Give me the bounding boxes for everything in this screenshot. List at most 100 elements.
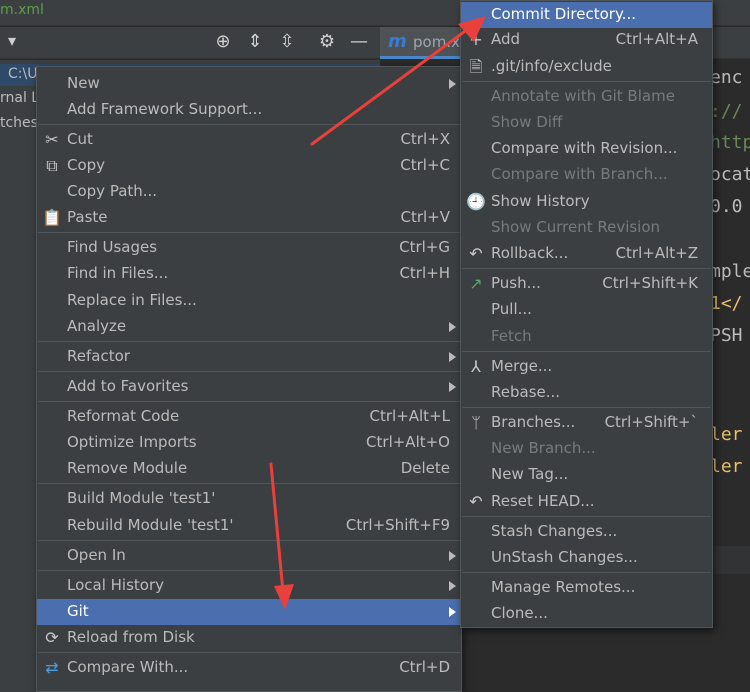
code-line: 1</: [710, 293, 743, 314]
gear-icon[interactable]: ⚙: [316, 31, 338, 53]
menu-item-label: Show Diff: [491, 113, 563, 131]
menu-item-shortcut: Ctrl+V: [400, 208, 450, 226]
menu-item-open-in[interactable]: Open In: [37, 543, 461, 569]
maven-icon: m: [388, 31, 407, 52]
menu-item-label: Compare with Revision...: [491, 139, 678, 157]
menu-item-rebuild-module[interactable]: Rebuild Module 'test1' Ctrl+Shift+F9: [37, 513, 461, 539]
menu-item-cut[interactable]: ✂ Cut Ctrl+X: [37, 127, 461, 153]
menu-item-rebase[interactable]: Rebase...: [461, 380, 712, 406]
menu-separator: [38, 652, 460, 653]
clipboard-icon: 📋: [42, 208, 62, 227]
menu-item-label: .git/info/exclude: [491, 57, 612, 75]
code-line: ler: [710, 456, 743, 477]
menu-item-stash-changes[interactable]: Stash Changes...: [461, 519, 712, 545]
menu-item-git[interactable]: Git: [37, 599, 461, 625]
menu-item-add-to-favorites[interactable]: Add to Favorites: [37, 374, 461, 400]
menu-item-shortcut: Ctrl+X: [400, 130, 450, 148]
menu-item-optimize-imports[interactable]: Optimize Imports Ctrl+Alt+O: [37, 430, 461, 456]
undo-icon: ↶: [469, 492, 483, 511]
menu-item-label: Stash Changes...: [491, 522, 618, 540]
menu-item-fetch[interactable]: Fetch: [461, 324, 712, 350]
menu-item-label: Reformat Code: [67, 407, 180, 425]
file-title: m.xml: [0, 2, 44, 18]
menu-item-add[interactable]: + Add Ctrl+Alt+A: [461, 27, 712, 53]
menu-item-reload-from-disk[interactable]: ⟳ Reload from Disk: [37, 625, 461, 651]
menu-separator: [38, 401, 460, 402]
menu-item-copy[interactable]: ⧉ Copy Ctrl+C: [37, 153, 461, 179]
menu-item-label: Reset HEAD...: [491, 492, 595, 510]
menu-item-copy-path[interactable]: Copy Path...: [37, 179, 461, 205]
project-row[interactable]: rnal L: [0, 90, 39, 106]
menu-item-label: Optimize Imports: [67, 433, 197, 451]
menu-item-new-tag[interactable]: New Tag...: [461, 462, 712, 488]
menu-item-rollback[interactable]: ↶ Rollback... Ctrl+Alt+Z: [461, 241, 712, 267]
menu-item-annotate-git-blame[interactable]: Annotate with Git Blame: [461, 84, 712, 110]
menu-item-label: Rollback...: [491, 244, 569, 262]
submenu-arrow-icon: [449, 352, 456, 362]
compare-icon: ⇄: [45, 658, 59, 677]
menu-item-shortcut: Ctrl+Alt+A: [615, 30, 698, 48]
menu-item-compare-with[interactable]: ⇄ Compare With... Ctrl+D: [37, 655, 461, 681]
menu-item-build-module[interactable]: Build Module 'test1': [37, 486, 461, 512]
menu-separator: [462, 351, 711, 352]
menu-separator: [462, 516, 711, 517]
project-row[interactable]: tches: [0, 115, 38, 131]
menu-item-compare-with-revision[interactable]: Compare with Revision...: [461, 136, 712, 162]
menu-item-clone[interactable]: Clone...: [461, 601, 712, 627]
menu-item-reformat-code[interactable]: Reformat Code Ctrl+Alt+L: [37, 404, 461, 430]
menu-item-compare-with-branch[interactable]: Compare with Branch...: [461, 162, 712, 188]
menu-item-label: Build Module 'test1': [67, 489, 216, 507]
expand-all-icon[interactable]: ⇕: [244, 31, 266, 53]
menu-item-find-in-files[interactable]: Find in Files... Ctrl+H: [37, 261, 461, 287]
chevron-down-icon[interactable]: ▾: [8, 31, 16, 50]
locate-icon[interactable]: ⊕: [212, 31, 234, 53]
tab-pom-xml[interactable]: m pom.x: [380, 27, 460, 59]
menu-item-label: Local History: [67, 576, 165, 594]
menu-item-show-history[interactable]: 🕘 Show History: [461, 189, 712, 215]
menu-item-shortcut: Ctrl+Shift+K: [602, 274, 698, 292]
menu-item-local-history[interactable]: Local History: [37, 573, 461, 599]
plus-icon: +: [469, 30, 483, 49]
menu-item-pull[interactable]: Pull...: [461, 297, 712, 323]
scissors-icon: ✂: [45, 130, 59, 149]
code-line: ler: [710, 424, 743, 445]
menu-item-new-branch[interactable]: New Branch...: [461, 436, 712, 462]
menu-item-show-current-revision[interactable]: Show Current Revision: [461, 215, 712, 241]
menu-item-label: Open In: [67, 546, 126, 564]
menu-item-label: UnStash Changes...: [491, 548, 638, 566]
menu-item-find-usages[interactable]: Find Usages Ctrl+G: [37, 235, 461, 261]
menu-item-paste[interactable]: 📋 Paste Ctrl+V: [37, 205, 461, 231]
merge-icon: ⅄: [471, 357, 481, 376]
menu-separator: [38, 124, 460, 125]
menu-item-label: Manage Remotes...: [491, 578, 636, 596]
menu-item-new[interactable]: New: [37, 71, 461, 97]
project-row[interactable]: C:\U: [8, 66, 37, 82]
menu-item-label: Clone...: [491, 604, 548, 622]
submenu-arrow-icon: [449, 322, 456, 332]
reload-icon: ⟳: [45, 628, 59, 647]
menu-item-push[interactable]: ↗ Push... Ctrl+Shift+K: [461, 271, 712, 297]
menu-item-git-info-exclude[interactable]: 🗎 .git/info/exclude: [461, 54, 712, 80]
menu-item-commit-directory[interactable]: Commit Directory...: [461, 2, 712, 28]
menu-item-add-framework-support[interactable]: Add Framework Support...: [37, 97, 461, 123]
minimize-icon[interactable]: —: [348, 31, 370, 53]
menu-item-label: Show Current Revision: [491, 218, 661, 236]
menu-item-show-diff[interactable]: Show Diff: [461, 110, 712, 136]
menu-item-unstash-changes[interactable]: UnStash Changes...: [461, 545, 712, 571]
menu-item-shortcut: Delete: [400, 459, 450, 477]
menu-item-label: New Tag...: [491, 465, 569, 483]
menu-item-manage-remotes[interactable]: Manage Remotes...: [461, 575, 712, 601]
menu-item-replace-in-files[interactable]: Replace in Files...: [37, 288, 461, 314]
menu-separator: [462, 268, 711, 269]
menu-item-label: New Branch...: [491, 439, 596, 457]
menu-item-refactor[interactable]: Refactor: [37, 344, 461, 370]
menu-item-remove-module[interactable]: Remove Module Delete: [37, 456, 461, 482]
menu-item-label: Compare With...: [67, 658, 189, 676]
menu-item-analyze[interactable]: Analyze: [37, 314, 461, 340]
menu-item-reset-head[interactable]: ↶ Reset HEAD...: [461, 489, 712, 515]
menu-item-merge[interactable]: ⅄ Merge...: [461, 354, 712, 380]
menu-item-branches[interactable]: ᛘ Branches... Ctrl+Shift+`: [461, 410, 712, 436]
menu-item-shortcut: Ctrl+Alt+L: [369, 407, 451, 425]
submenu-arrow-icon: [449, 581, 456, 591]
collapse-all-icon[interactable]: ⇳: [276, 31, 298, 53]
